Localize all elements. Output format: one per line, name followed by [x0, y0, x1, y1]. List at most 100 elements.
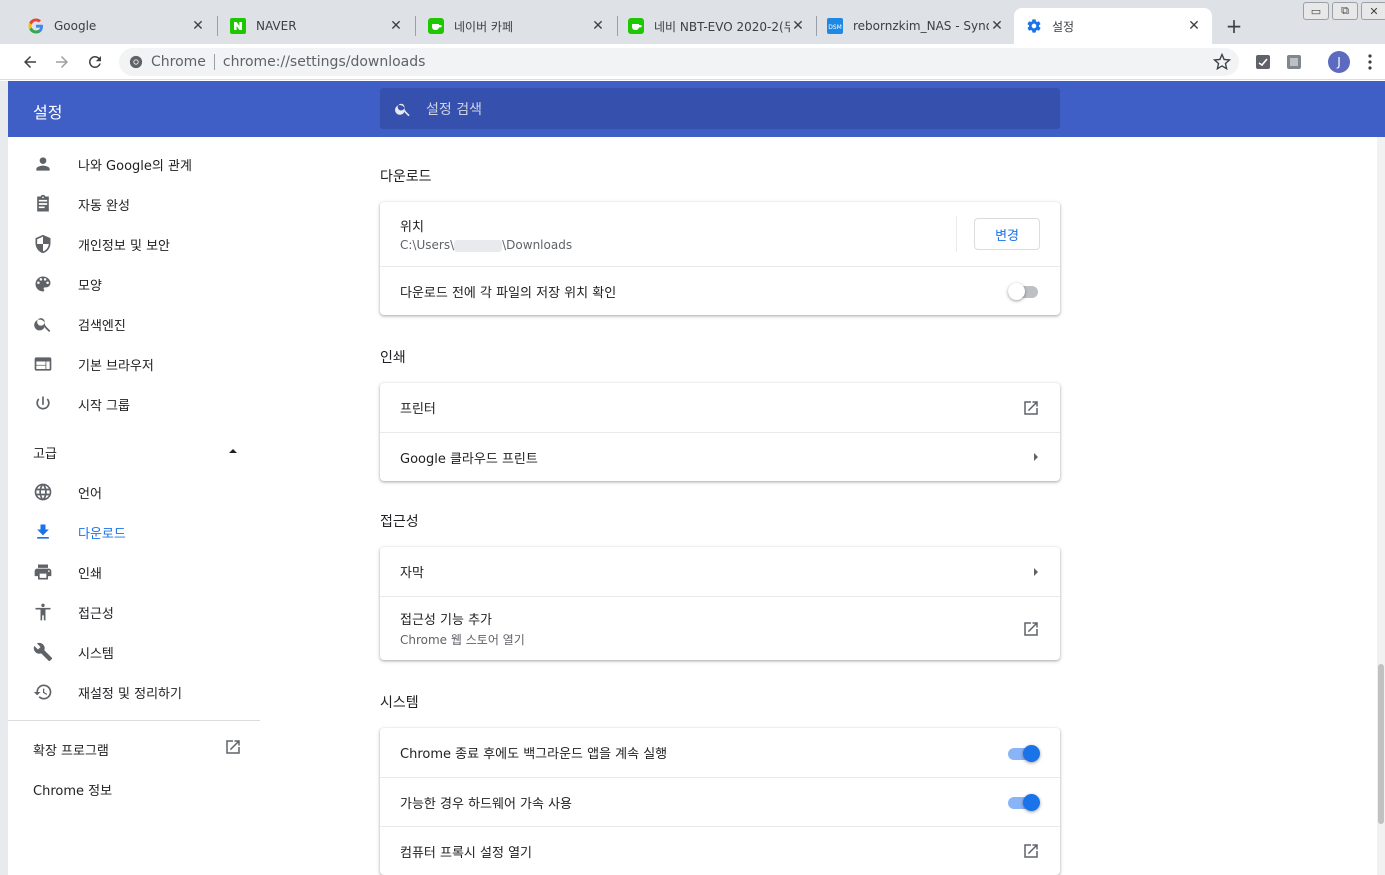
reload-icon — [88, 55, 101, 68]
tab-google[interactable]: Google ✕ — [16, 8, 216, 44]
background-apps-row[interactable]: Chrome 종료 후에도 백그라운드 앱을 계속 실행 — [380, 728, 1060, 777]
printer-icon — [33, 562, 53, 582]
sidebar-item-accessibility[interactable]: 접근성 — [8, 592, 260, 632]
sidebar-item-label: 접근성 — [78, 606, 114, 622]
sidebar-item-about-chrome[interactable]: Chrome 정보 — [8, 769, 260, 809]
sidebar-item-on-startup[interactable]: 시작 그룹 — [8, 384, 260, 424]
ask-save-location-toggle[interactable] — [1008, 283, 1040, 300]
sidebar-advanced-toggle[interactable]: 고급 — [8, 432, 260, 472]
accessibility-card: 자막 접근성 기능 추가 Chrome 웹 스토어 열기 — [380, 547, 1060, 660]
hardware-acceleration-toggle[interactable] — [1008, 794, 1040, 811]
page-title: 설정 — [33, 103, 63, 122]
forward-button[interactable] — [50, 50, 74, 74]
row-divider — [956, 216, 957, 252]
tab-settings[interactable]: 설정 ✕ — [1014, 8, 1212, 44]
new-tab-button[interactable]: + — [1222, 14, 1246, 38]
close-icon[interactable]: ✕ — [989, 18, 1005, 34]
extension-1-icon[interactable] — [1253, 52, 1273, 72]
tab-synology-nas[interactable]: DSM rebornzkim_NAS - Synolo ✕ — [815, 8, 1015, 44]
page-scrollbar[interactable] — [1377, 137, 1385, 875]
ask-save-location-label: 다운로드 전에 각 파일의 저장 위치 확인 — [400, 285, 617, 301]
arrow-right-icon — [1032, 452, 1040, 462]
hardware-acceleration-row[interactable]: 가능한 경우 하드웨어 가속 사용 — [380, 777, 1060, 826]
system-card: Chrome 종료 후에도 백그라운드 앱을 계속 실행 가능한 경우 하드웨어… — [380, 728, 1060, 875]
sidebar-item-privacy[interactable]: 개인정보 및 보안 — [8, 224, 260, 264]
arrow-right-icon — [1032, 567, 1040, 577]
hardware-acceleration-label: 가능한 경우 하드웨어 가속 사용 — [400, 796, 573, 812]
bookmark-star-icon[interactable] — [1212, 52, 1232, 75]
profile-avatar[interactable]: J — [1328, 51, 1350, 73]
arrow-back-icon — [24, 56, 36, 68]
ask-save-location-row[interactable]: 다운로드 전에 각 파일의 저장 위치 확인 — [380, 266, 1060, 315]
open-in-new-icon — [224, 738, 242, 760]
tab-naver[interactable]: NAVER ✕ — [218, 8, 414, 44]
download-icon — [33, 522, 53, 542]
omnibox-divider — [213, 54, 215, 70]
arrow-up-icon — [228, 445, 238, 460]
accessibility-icon — [33, 602, 53, 622]
person-icon — [33, 154, 53, 174]
close-window-button[interactable]: ✕ — [1361, 2, 1385, 20]
sidebar-item-reset[interactable]: 재설정 및 정리하기 — [8, 672, 260, 712]
sidebar-item-search-engine[interactable]: 검색엔진 — [8, 304, 260, 344]
settings-search-input[interactable]: 설정 검색 — [380, 88, 1060, 129]
sidebar-item-autofill[interactable]: 자동 완성 — [8, 184, 260, 224]
sidebar-item-system[interactable]: 시스템 — [8, 632, 260, 672]
omnibox-url[interactable]: chrome://settings/downloads — [223, 54, 426, 70]
window-left-edge — [0, 81, 8, 875]
open-in-new-icon — [1022, 842, 1040, 860]
scrollbar-thumb[interactable] — [1378, 664, 1384, 824]
system-section-title: 시스템 — [380, 695, 419, 711]
chrome-icon — [129, 55, 143, 69]
sidebar-item-appearance[interactable]: 모양 — [8, 264, 260, 304]
google-favicon-icon — [28, 18, 44, 34]
tab-naver-cafe[interactable]: 네이버 카페 ✕ — [416, 8, 616, 44]
close-icon[interactable]: ✕ — [1186, 18, 1202, 34]
svg-text:DSM: DSM — [828, 24, 842, 31]
redacted-username — [454, 239, 503, 252]
printers-row[interactable]: 프린터 — [380, 383, 1060, 432]
sidebar-item-you-and-google[interactable]: 나와 Google의 관계 — [8, 144, 260, 184]
extension-2-icon[interactable] — [1284, 52, 1304, 72]
sidebar-item-label: 개인정보 및 보안 — [78, 238, 170, 254]
close-icon[interactable]: ✕ — [790, 18, 806, 34]
proxy-settings-row[interactable]: 컴퓨터 프록시 설정 열기 — [380, 826, 1060, 875]
background-apps-toggle[interactable] — [1008, 744, 1040, 762]
add-features-sublabel: Chrome 웹 스토어 열기 — [400, 633, 525, 647]
add-features-label: 접근성 기능 추가 — [400, 613, 492, 628]
sidebar-item-downloads[interactable]: 다운로드 — [8, 512, 260, 552]
sidebar-item-languages[interactable]: 언어 — [8, 472, 260, 512]
sidebar-item-label: 검색엔진 — [78, 318, 126, 334]
captions-row[interactable]: 자막 — [380, 547, 1060, 596]
naver-cafe-favicon-icon — [428, 18, 444, 34]
tab-nbt-evo[interactable]: 네비 NBT-EVO 2020-2(두 ✕ — [616, 8, 816, 44]
cloud-print-row[interactable]: Google 클라우드 프린트 — [380, 432, 1060, 481]
naver-favicon-icon — [230, 18, 246, 34]
sidebar-item-printing[interactable]: 인쇄 — [8, 552, 260, 592]
back-button[interactable] — [18, 50, 42, 74]
minimize-button[interactable]: ▭ — [1303, 2, 1329, 20]
close-icon[interactable]: ✕ — [590, 18, 606, 34]
power-icon — [33, 394, 53, 414]
about-chrome-label: Chrome 정보 — [33, 783, 113, 799]
captions-label: 자막 — [400, 566, 424, 581]
accessibility-section-title: 접근성 — [380, 514, 419, 530]
sidebar-item-label: 다운로드 — [78, 526, 126, 542]
reload-button[interactable] — [83, 50, 107, 74]
sidebar-item-default-browser[interactable]: 기본 브라우저 — [8, 344, 260, 384]
close-icon[interactable]: ✕ — [388, 18, 404, 34]
tab-title: 네이버 카페 — [454, 19, 514, 34]
restore-button[interactable]: ⧉ — [1332, 2, 1358, 20]
change-location-button[interactable]: 변경 — [974, 218, 1040, 250]
add-accessibility-features-row[interactable]: 접근성 기능 추가 Chrome 웹 스토어 열기 — [380, 596, 1060, 660]
menu-kebab-icon[interactable] — [1362, 52, 1378, 72]
location-path: C:\Users\ \Downloads — [400, 238, 573, 252]
background-apps-label: Chrome 종료 후에도 백그라운드 앱을 계속 실행 — [400, 747, 668, 762]
window-controls: ▭ ⧉ ✕ — [1300, 2, 1385, 20]
sidebar-item-extensions[interactable]: 확장 프로그램 — [8, 729, 260, 769]
close-icon[interactable]: ✕ — [190, 18, 206, 34]
settings-gear-favicon-icon — [1026, 18, 1042, 34]
omnibox[interactable]: Chrome chrome://settings/downloads — [119, 48, 1239, 76]
sidebar-item-label: 나와 Google의 관계 — [78, 158, 192, 174]
globe-icon — [33, 482, 53, 502]
